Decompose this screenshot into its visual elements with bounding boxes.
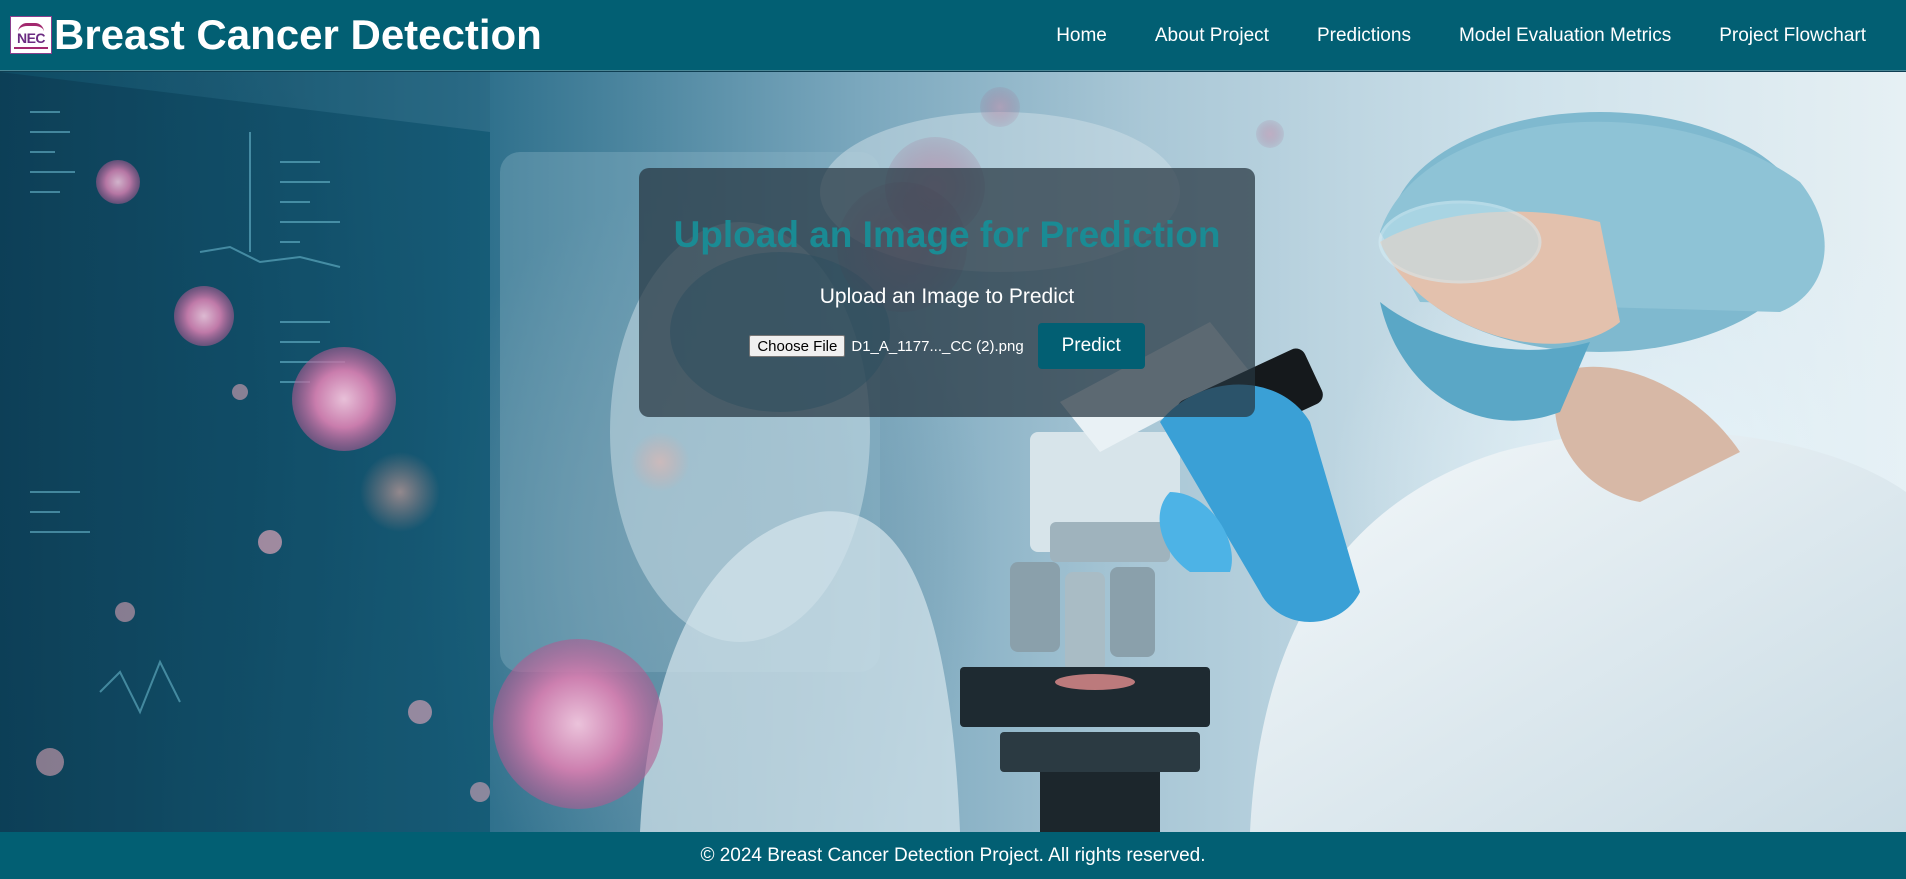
choose-file-button[interactable]: Choose File <box>749 335 846 357</box>
footer-copyright: © 2024 Breast Cancer Detection Project. … <box>700 844 1206 866</box>
site-title: Breast Cancer Detection <box>54 11 542 58</box>
logo-text: NEC <box>16 29 46 46</box>
main-nav: Home About Project Predictions Model Eva… <box>1056 0 1906 71</box>
selected-file-name: D1_A_1177..._CC (2).png <box>851 337 1024 355</box>
nav-project-flowchart[interactable]: Project Flowchart <box>1719 25 1866 47</box>
upload-form-row: Choose File D1_A_1177..._CC (2).png Pred… <box>639 323 1255 369</box>
nav-home[interactable]: Home <box>1056 25 1107 47</box>
logo-underline <box>14 46 48 49</box>
upload-card-subtitle: Upload an Image to Predict <box>819 285 1075 308</box>
hero-background-image: Upload an Image for Prediction Upload an… <box>0 72 1906 832</box>
upload-card-title: Upload an Image for Prediction <box>673 214 1221 255</box>
nav-predictions[interactable]: Predictions <box>1317 25 1411 47</box>
nec-logo-icon[interactable]: NEC <box>10 16 52 54</box>
upload-card: Upload an Image for Prediction Upload an… <box>639 168 1255 417</box>
predict-button[interactable]: Predict <box>1037 323 1145 369</box>
nav-about-project[interactable]: About Project <box>1155 25 1269 47</box>
scientist-illustration <box>1159 112 1906 832</box>
nav-model-evaluation-metrics[interactable]: Model Evaluation Metrics <box>1459 25 1671 47</box>
site-header: NEC Breast Cancer Detection Home About P… <box>0 0 1906 71</box>
page: NEC Breast Cancer Detection Home About P… <box>0 0 1906 879</box>
site-footer: © 2024 Breast Cancer Detection Project. … <box>0 832 1906 879</box>
